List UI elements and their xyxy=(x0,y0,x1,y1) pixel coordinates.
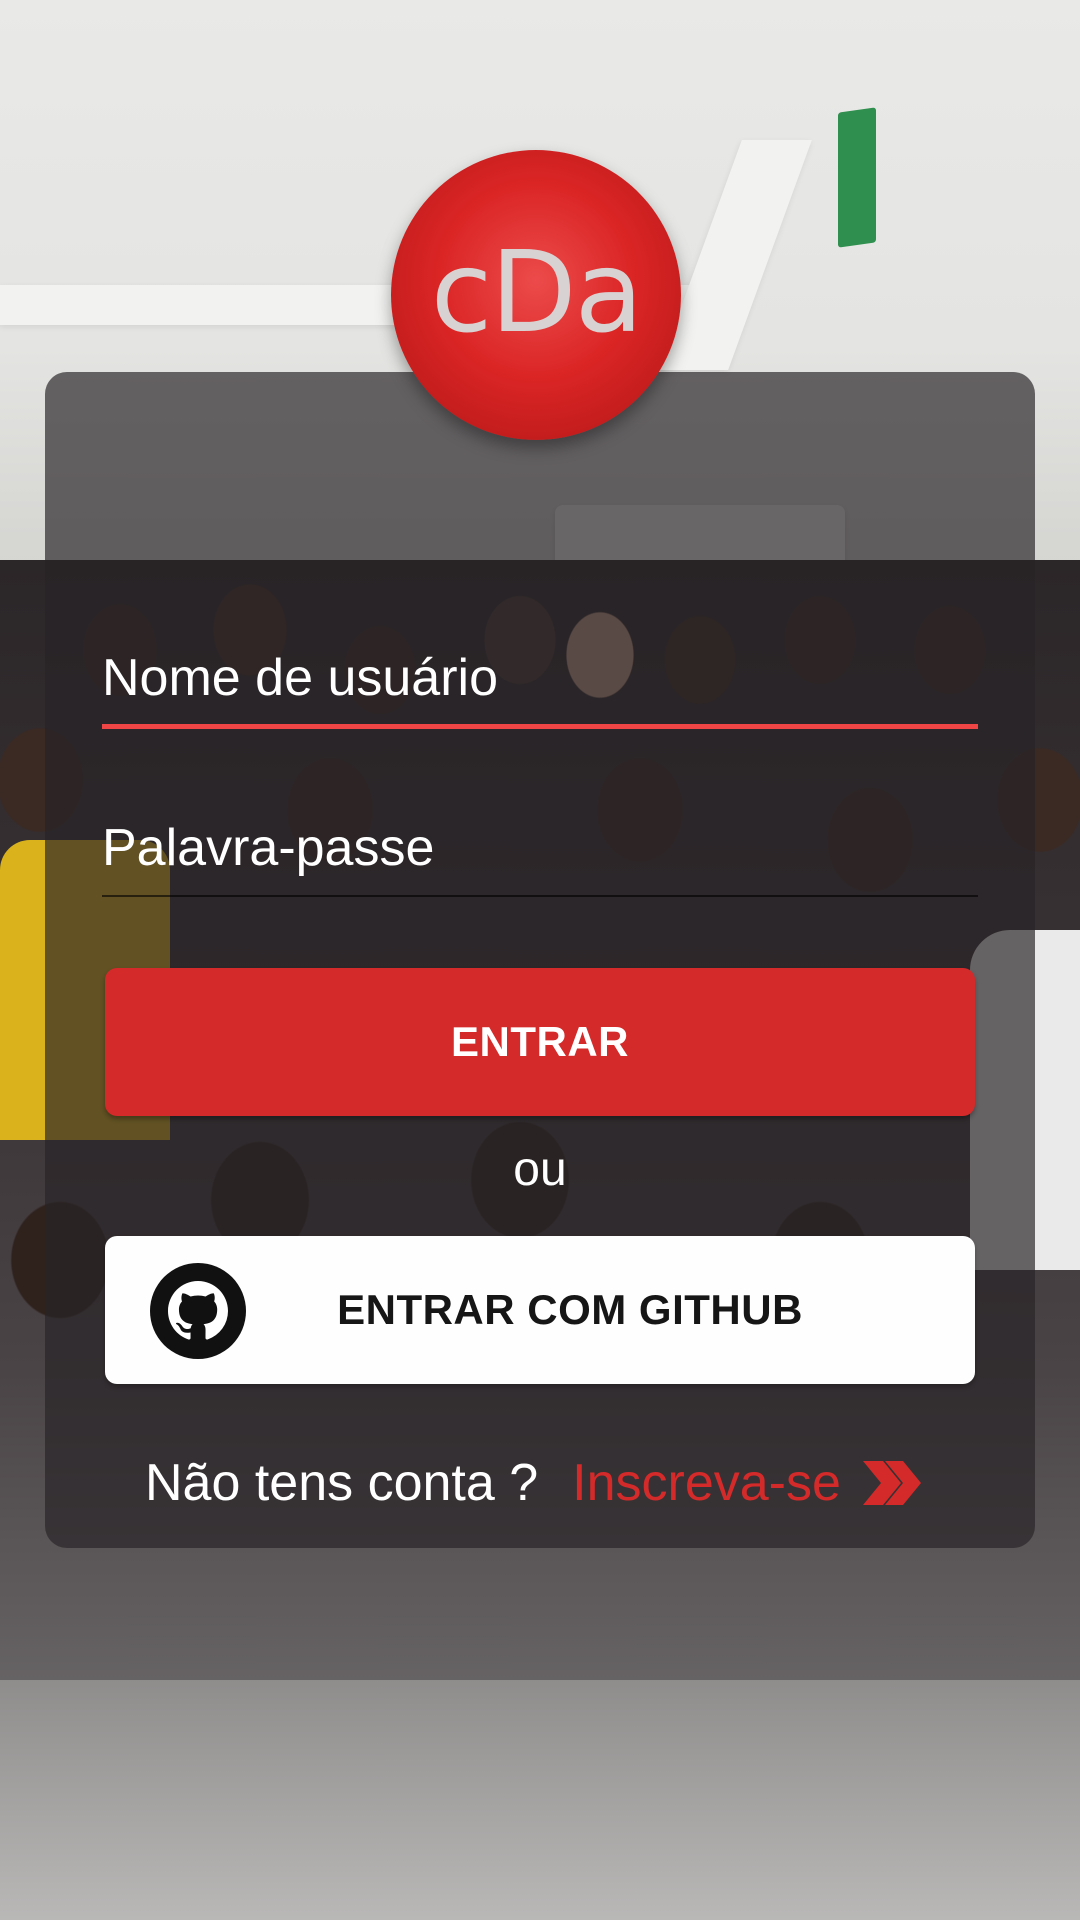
username-placeholder: Nome de usuário xyxy=(102,649,498,707)
signup-row: Não tens conta ? Inscreva-se xyxy=(145,1453,923,1513)
username-field[interactable]: Nome de usuário xyxy=(102,652,978,732)
password-field[interactable]: Palavra-passe xyxy=(102,822,978,902)
github-login-button[interactable]: ENTRAR COM GITHUB xyxy=(105,1236,975,1384)
signup-link[interactable]: Inscreva-se xyxy=(572,1453,923,1513)
cda-logo: cDa xyxy=(391,150,681,440)
signup-link-label: Inscreva-se xyxy=(572,1454,841,1512)
github-button-label: ENTRAR COM GITHUB xyxy=(337,1286,803,1333)
login-button[interactable]: ENTRAR xyxy=(105,968,975,1116)
password-underline xyxy=(102,895,978,897)
password-placeholder: Palavra-passe xyxy=(102,819,435,877)
username-underline xyxy=(102,724,978,729)
login-button-label: ENTRAR xyxy=(451,1018,629,1065)
exit-sign xyxy=(838,107,876,248)
logo-text: cDa xyxy=(430,228,643,358)
floor xyxy=(0,1680,1080,1920)
github-icon xyxy=(150,1263,246,1359)
or-separator: ou xyxy=(513,1143,567,1196)
signup-question: Não tens conta ? xyxy=(145,1454,539,1512)
ceiling-beam xyxy=(658,140,812,370)
double-chevron-right-icon xyxy=(862,1461,921,1505)
